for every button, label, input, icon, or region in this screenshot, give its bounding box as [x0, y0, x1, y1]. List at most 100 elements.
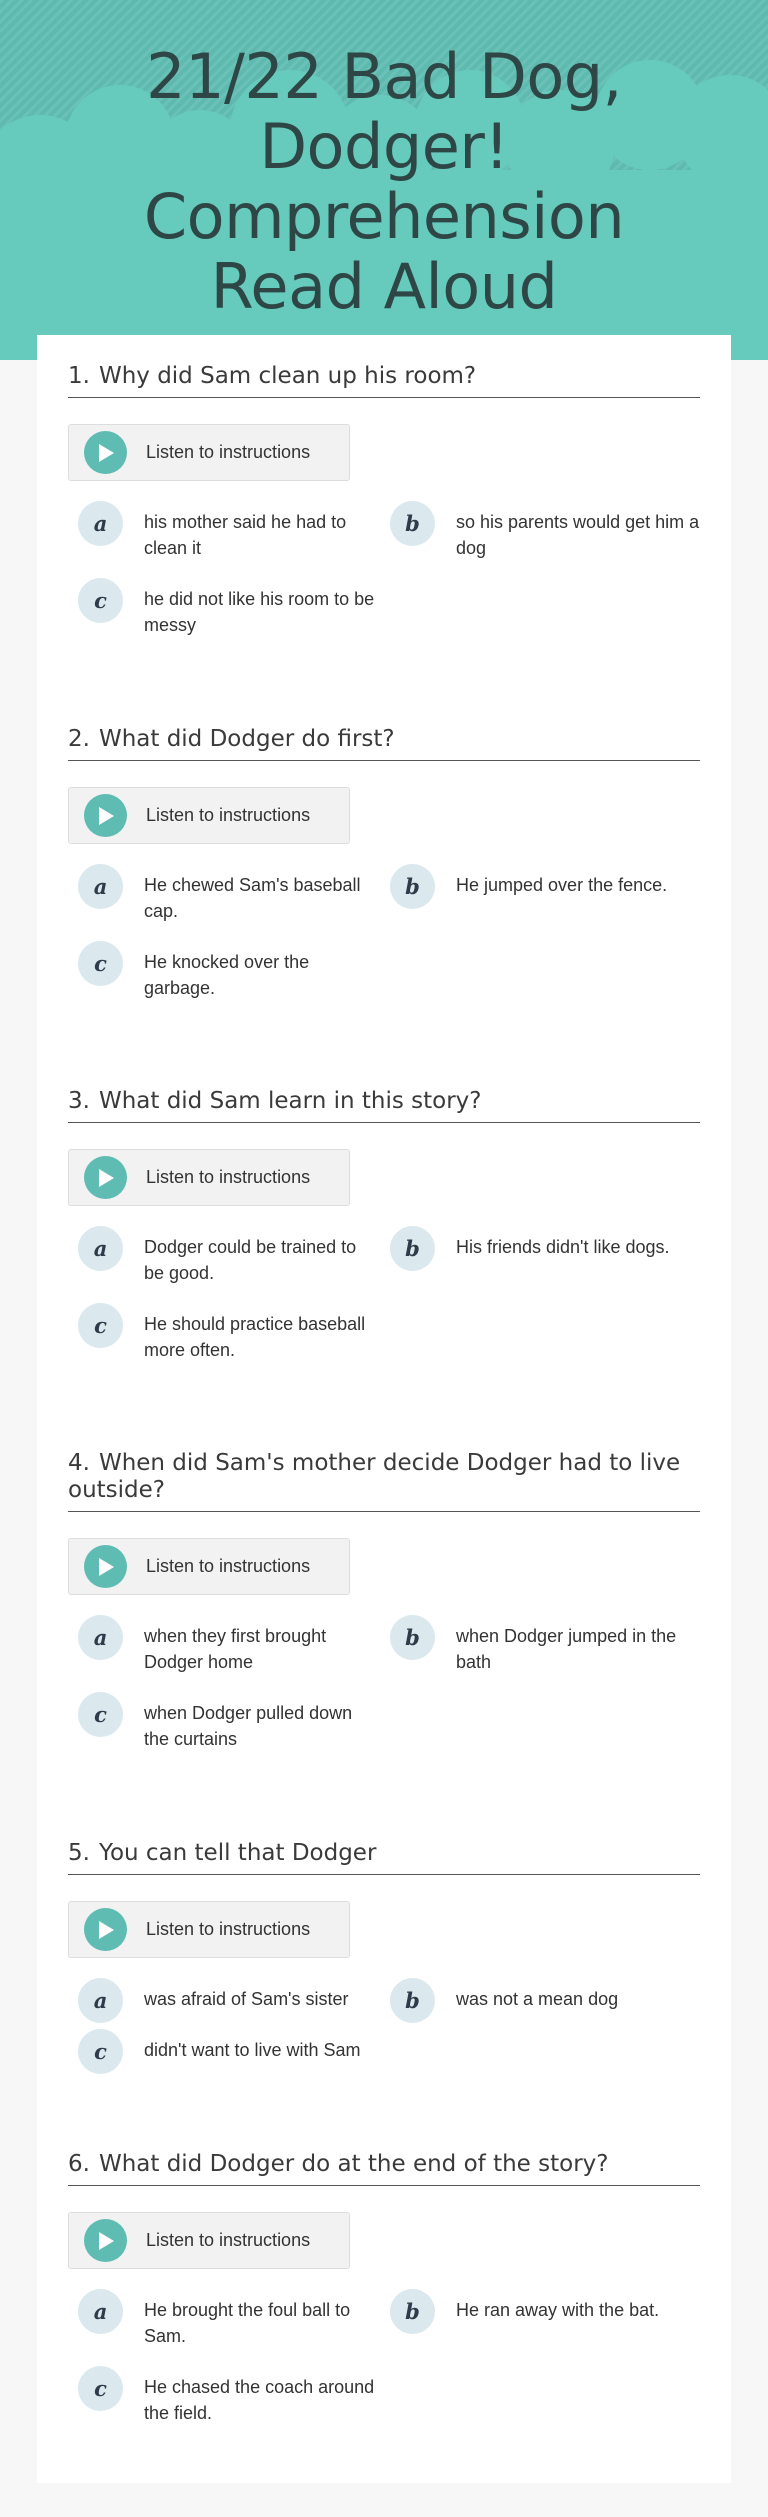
choice-text: He should practice baseball more often.: [144, 1314, 366, 1360]
choice-letter-badge: c: [78, 1303, 123, 1348]
question-2: 2. What did Dodger do first? Listen to ins…: [68, 726, 700, 1001]
listen-to-instructions-button[interactable]: Listen to instructions: [68, 2212, 350, 2269]
question-1: 1. Why did Sam clean up his room? Listen t…: [68, 363, 700, 638]
answer-choice-c[interactable]: c He knocked over the garbage.: [78, 941, 378, 1001]
choice-text: He jumped over the fence.: [456, 875, 668, 895]
play-icon[interactable]: [84, 1908, 127, 1951]
question-number: 2.: [68, 726, 90, 752]
choice-letter-badge: c: [78, 941, 123, 986]
choice-text: he did not like his room to be messy: [144, 589, 375, 635]
question-5: 5. You can tell that Dodger Listen to inst…: [68, 1840, 700, 2089]
question-number: 4.: [68, 1450, 90, 1476]
choice-text: He knocked over the garbage.: [144, 952, 310, 998]
question-heading: 1. Why did Sam clean up his room?: [68, 363, 700, 398]
question-text: What did Dodger do at the end of the sto…: [98, 2151, 609, 2177]
question-heading: 3. What did Sam learn in this story?: [68, 1088, 700, 1123]
listen-label: Listen to instructions: [146, 805, 311, 825]
play-icon[interactable]: [84, 431, 127, 474]
answer-choices: a his mother said he had to clean it b so h…: [68, 501, 700, 638]
question-text: What did Sam learn in this story?: [98, 1088, 482, 1114]
question-3: 3. What did Sam learn in this story? Liste…: [68, 1088, 700, 1363]
choice-text: was not a mean dog: [456, 1989, 619, 2009]
choice-letter-badge: c: [78, 2366, 123, 2411]
question-heading: 2. What did Dodger do first?: [68, 726, 700, 761]
question-number: 5.: [68, 1840, 90, 1866]
answer-choice-a[interactable]: a when they first brought Dodger home: [78, 1615, 378, 1675]
answer-choices: a He chewed Sam's baseball cap. b He jumped…: [68, 864, 700, 1001]
answer-choice-b[interactable]: b He jumped over the fence.: [390, 864, 700, 909]
listen-to-instructions-button[interactable]: Listen to instructions: [68, 787, 350, 844]
answer-choice-a[interactable]: a Dodger could be trained to be good.: [78, 1226, 378, 1286]
question-heading: 6. What did Dodger do at the end of the s…: [68, 2151, 700, 2186]
listen-label: Listen to instructions: [146, 1556, 311, 1576]
choice-letter-badge: a: [78, 1978, 123, 2023]
answer-choice-b[interactable]: b His friends didn't like dogs.: [390, 1226, 700, 1271]
answer-choice-c[interactable]: c He should practice baseball more often.: [78, 1303, 378, 1363]
question-number: 3.: [68, 1088, 90, 1114]
choice-letter-badge: b: [390, 1978, 435, 2023]
choice-text: so his parents would get him a dog: [456, 512, 700, 558]
listen-label: Listen to instructions: [146, 442, 311, 462]
answer-choice-b[interactable]: b when Dodger jumped in the bath: [390, 1615, 700, 1675]
choice-text: His friends didn't like dogs.: [456, 1237, 670, 1257]
answer-choice-a[interactable]: a He chewed Sam's baseball cap.: [78, 864, 378, 924]
choice-text: when Dodger jumped in the bath: [456, 1626, 677, 1672]
listen-to-instructions-button[interactable]: Listen to instructions: [68, 1538, 350, 1595]
listen-to-instructions-button[interactable]: Listen to instructions: [68, 424, 350, 481]
choice-letter-badge: a: [78, 2289, 123, 2334]
listen-label: Listen to instructions: [146, 2230, 311, 2250]
choice-letter-badge: b: [390, 1615, 435, 1660]
play-icon[interactable]: [84, 1545, 127, 1588]
choice-letter-badge: c: [78, 1692, 123, 1737]
question-text: When did Sam's mother decide Dodger had …: [68, 1450, 681, 1503]
play-icon[interactable]: [84, 794, 127, 837]
answer-choice-a[interactable]: a his mother said he had to clean it: [78, 501, 378, 561]
listen-label: Listen to instructions: [146, 1167, 311, 1187]
choice-text: He chased the coach around the field.: [144, 2377, 375, 2423]
choice-letter-badge: c: [78, 2029, 123, 2074]
choice-letter-badge: b: [390, 1226, 435, 1271]
listen-label: Listen to instructions: [146, 1919, 311, 1939]
choice-text: was afraid of Sam's sister: [144, 1989, 349, 2009]
answer-choice-b[interactable]: b He ran away with the bat.: [390, 2289, 700, 2334]
choice-letter-badge: c: [78, 578, 123, 623]
listen-to-instructions-button[interactable]: Listen to instructions: [68, 1149, 350, 1206]
choice-text: when they first brought Dodger home: [144, 1626, 327, 1672]
listen-to-instructions-button[interactable]: Listen to instructions: [68, 1901, 350, 1958]
choice-text: his mother said he had to clean it: [144, 512, 347, 558]
play-icon[interactable]: [84, 1156, 127, 1199]
answer-choice-b[interactable]: b so his parents would get him a dog: [390, 501, 700, 561]
question-text: Why did Sam clean up his room?: [98, 363, 477, 389]
question-text: You can tell that Dodger: [98, 1840, 377, 1866]
play-icon[interactable]: [84, 2219, 127, 2262]
choice-letter-badge: b: [390, 864, 435, 909]
question-6: 6. What did Dodger do at the end of the s…: [68, 2151, 700, 2426]
answer-choices: a Dodger could be trained to be good. b His…: [68, 1226, 700, 1363]
choice-text: didn't want to live with Sam: [144, 2040, 361, 2060]
choice-text: He chewed Sam's baseball cap.: [144, 875, 361, 921]
choice-text: Dodger could be trained to be good.: [144, 1237, 357, 1283]
answer-choices: a was afraid of Sam's sister b was not a me…: [68, 1978, 700, 2089]
choice-letter-badge: a: [78, 1615, 123, 1660]
question-heading: 4. When did Sam's mother decide Dodger ha…: [68, 1450, 700, 1512]
question-number: 1.: [68, 363, 90, 389]
header-banner: 21/22 Bad Dog, Dodger! Comprehension Rea…: [0, 0, 768, 360]
question-4: 4. When did Sam's mother decide Dodger ha…: [68, 1450, 700, 1752]
answer-choice-b[interactable]: b was not a mean dog: [390, 1978, 700, 2023]
choice-letter-badge: b: [390, 2289, 435, 2334]
answer-choice-a[interactable]: a He brought the foul ball to Sam.: [78, 2289, 378, 2349]
answer-choice-c[interactable]: c when Dodger pulled down the curtains: [78, 1692, 378, 1752]
answer-choice-c[interactable]: c didn't want to live with Sam: [78, 2029, 378, 2074]
answer-choice-c[interactable]: c he did not like his room to be messy: [78, 578, 378, 638]
answer-choice-c[interactable]: c He chased the coach around the field.: [78, 2366, 378, 2426]
answer-choices: a He brought the foul ball to Sam. b He ran…: [68, 2289, 700, 2426]
question-text: What did Dodger do first?: [98, 726, 395, 752]
choice-letter-badge: a: [78, 864, 123, 909]
question-number: 6.: [68, 2151, 90, 2177]
question-heading: 5. You can tell that Dodger: [68, 1840, 700, 1875]
choice-letter-badge: a: [78, 501, 123, 546]
answer-choice-a[interactable]: a was afraid of Sam's sister: [78, 1978, 378, 2023]
page-title: 21/22 Bad Dog, Dodger! Comprehension Rea…: [143, 40, 625, 323]
choice-text: when Dodger pulled down the curtains: [144, 1703, 353, 1749]
answer-choices: a when they first brought Dodger home b whe…: [68, 1615, 700, 1752]
